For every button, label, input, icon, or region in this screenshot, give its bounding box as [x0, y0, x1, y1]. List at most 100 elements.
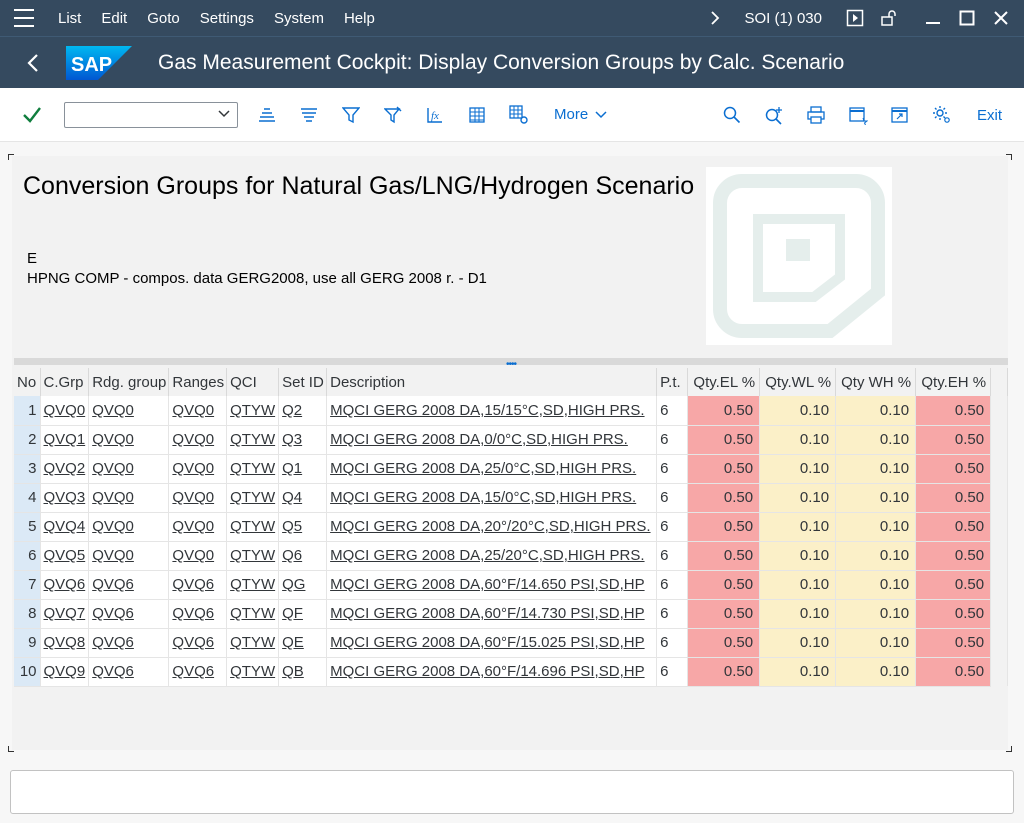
cell-cgrp[interactable]: QVQ9 — [40, 657, 90, 687]
cell-ranges[interactable]: QVQ6 — [168, 599, 228, 629]
table-row[interactable]: 2 QVQ1 QVQ0 QVQ0 QTYW Q3 MQCI GERG 2008 DA,0/0… — [14, 425, 1008, 455]
column-header-qty-wh[interactable]: Qty WH % — [835, 368, 917, 396]
cell-ranges[interactable]: QVQ0 — [168, 541, 228, 571]
menu-settings[interactable]: Settings — [190, 10, 264, 27]
cell-set-id[interactable]: Q4 — [278, 483, 328, 513]
cell-qci-link[interactable]: QTYW — [230, 489, 275, 506]
table-row[interactable]: 5 QVQ4 QVQ0 QVQ0 QTYW Q5 MQCI GERG 2008 DA,20°… — [14, 512, 1008, 542]
create-session-icon[interactable] — [837, 97, 879, 133]
cell-cgrp[interactable]: QVQ4 — [40, 512, 90, 542]
cell-cgrp-link[interactable]: QVQ6 — [44, 576, 86, 593]
cell-rdg-group-link[interactable]: QVQ6 — [92, 634, 134, 651]
system-info[interactable]: SOI (1) 030 — [744, 10, 822, 27]
cell-qci[interactable]: QTYW — [226, 541, 280, 571]
splitter-handle[interactable]: •••• — [14, 358, 1008, 370]
cell-set-id-link[interactable]: QF — [282, 605, 303, 622]
cell-cgrp-link[interactable]: QVQ2 — [44, 460, 86, 477]
cell-set-id-link[interactable]: Q4 — [282, 489, 302, 506]
cell-cgrp-link[interactable]: QVQ5 — [44, 547, 86, 564]
cell-cgrp-link[interactable]: QVQ0 — [44, 402, 86, 419]
cell-ranges-link[interactable]: QVQ0 — [172, 431, 214, 448]
cell-rdg-group-link[interactable]: QVQ0 — [92, 402, 134, 419]
table-settings-icon[interactable] — [498, 97, 540, 133]
cell-set-id[interactable]: QB — [278, 657, 328, 687]
cell-description-link[interactable]: MQCI GERG 2008 DA,60°F/15.025 PSI,SD,HP — [330, 634, 644, 651]
cell-set-id-link[interactable]: Q6 — [282, 547, 302, 564]
cell-cgrp[interactable]: QVQ2 — [40, 454, 90, 484]
menu-icon[interactable] — [0, 0, 48, 36]
cell-rdg-group[interactable]: QVQ0 — [88, 512, 170, 542]
cell-description-link[interactable]: MQCI GERG 2008 DA,25/20°C,SD,HIGH PRS. — [330, 547, 644, 564]
table-row[interactable]: 7 QVQ6 QVQ6 QVQ6 QTYW QG MQCI GERG 2008 DA,60°… — [14, 570, 1008, 600]
cell-rdg-group-link[interactable]: QVQ6 — [92, 605, 134, 622]
minimize-icon[interactable] — [916, 0, 950, 36]
cell-ranges[interactable]: QVQ0 — [168, 483, 228, 513]
cell-qci[interactable]: QTYW — [226, 512, 280, 542]
cell-rdg-group-link[interactable]: QVQ0 — [92, 431, 134, 448]
cell-qci-link[interactable]: QTYW — [230, 634, 275, 651]
menu-goto[interactable]: Goto — [137, 10, 190, 27]
column-header-rdg-group[interactable]: Rdg. group — [88, 368, 170, 396]
cell-description[interactable]: MQCI GERG 2008 DA,15/15°C,SD,HIGH PRS. — [326, 396, 658, 426]
cell-cgrp-link[interactable]: QVQ7 — [44, 605, 86, 622]
cell-rdg-group[interactable]: QVQ0 — [88, 541, 170, 571]
cell-cgrp[interactable]: QVQ1 — [40, 425, 90, 455]
cell-cgrp[interactable]: QVQ0 — [40, 396, 90, 426]
table-row[interactable]: 4 QVQ3 QVQ0 QVQ0 QTYW Q4 MQCI GERG 2008 DA,15/… — [14, 483, 1008, 513]
cell-set-id[interactable]: Q1 — [278, 454, 328, 484]
cell-description-link[interactable]: MQCI GERG 2008 DA,0/0°C,SD,HIGH PRS. — [330, 431, 628, 448]
cell-qci[interactable]: QTYW — [226, 483, 280, 513]
column-header-no[interactable]: No — [14, 368, 41, 396]
cell-set-id-link[interactable]: Q2 — [282, 402, 302, 419]
cell-description[interactable]: MQCI GERG 2008 DA,15/0°C,SD,HIGH PRS. — [326, 483, 658, 513]
cell-rdg-group[interactable]: QVQ6 — [88, 628, 170, 658]
table-row[interactable]: 6 QVQ5 QVQ0 QVQ0 QTYW Q6 MQCI GERG 2008 DA,25/… — [14, 541, 1008, 571]
cell-set-id[interactable]: QG — [278, 570, 328, 600]
back-button[interactable] — [0, 37, 66, 89]
cell-cgrp[interactable]: QVQ7 — [40, 599, 90, 629]
set-filter-icon[interactable] — [372, 97, 414, 133]
print-icon[interactable] — [795, 97, 837, 133]
table-row[interactable]: 3 QVQ2 QVQ0 QVQ0 QTYW Q1 MQCI GERG 2008 DA,25/… — [14, 454, 1008, 484]
menu-system[interactable]: System — [264, 10, 334, 27]
settings-icon[interactable] — [921, 97, 963, 133]
cell-rdg-group[interactable]: QVQ6 — [88, 599, 170, 629]
column-header-ranges[interactable]: Ranges — [168, 368, 228, 396]
table-row[interactable]: 9 QVQ8 QVQ6 QVQ6 QTYW QE MQCI GERG 2008 DA,60°… — [14, 628, 1008, 658]
cell-qci[interactable]: QTYW — [226, 396, 280, 426]
search-next-icon[interactable] — [753, 97, 795, 133]
formula-icon[interactable]: fx — [414, 97, 456, 133]
cell-set-id-link[interactable]: Q3 — [282, 431, 302, 448]
cell-rdg-group[interactable]: QVQ6 — [88, 657, 170, 687]
cell-set-id-link[interactable]: Q1 — [282, 460, 302, 477]
cell-set-id[interactable]: QE — [278, 628, 328, 658]
more-button[interactable]: More — [554, 106, 608, 123]
cell-description-link[interactable]: MQCI GERG 2008 DA,60°F/14.696 PSI,SD,HP — [330, 663, 644, 680]
table-row[interactable]: 10 QVQ9 QVQ6 QVQ6 QTYW QB MQCI GERG 2008 DA,60… — [14, 657, 1008, 687]
cell-set-id[interactable]: Q3 — [278, 425, 328, 455]
exit-button[interactable]: Exit — [963, 107, 1024, 124]
chevron-right-icon[interactable] — [698, 0, 732, 36]
cell-ranges-link[interactable]: QVQ0 — [172, 547, 214, 564]
cell-qci-link[interactable]: QTYW — [230, 663, 275, 680]
cell-cgrp-link[interactable]: QVQ9 — [44, 663, 86, 680]
cell-qci-link[interactable]: QTYW — [230, 460, 275, 477]
cell-description-link[interactable]: MQCI GERG 2008 DA,60°F/14.730 PSI,SD,HP — [330, 605, 644, 622]
new-window-icon[interactable] — [879, 97, 921, 133]
sort-ascending-icon[interactable] — [246, 97, 288, 133]
cell-ranges-link[interactable]: QVQ6 — [172, 576, 214, 593]
cell-ranges-link[interactable]: QVQ0 — [172, 518, 214, 535]
cell-rdg-group[interactable]: QVQ0 — [88, 454, 170, 484]
cell-set-id-link[interactable]: QB — [282, 663, 304, 680]
cell-rdg-group-link[interactable]: QVQ0 — [92, 518, 134, 535]
cell-qci[interactable]: QTYW — [226, 657, 280, 687]
cell-set-id-link[interactable]: QG — [282, 576, 305, 593]
cell-ranges-link[interactable]: QVQ0 — [172, 489, 214, 506]
table-row[interactable]: 8 QVQ7 QVQ6 QVQ6 QTYW QF MQCI GERG 2008 DA,60°… — [14, 599, 1008, 629]
cell-ranges[interactable]: QVQ6 — [168, 570, 228, 600]
cell-description-link[interactable]: MQCI GERG 2008 DA,20°/20°C,SD,HIGH PRS. — [330, 518, 650, 535]
cell-description[interactable]: MQCI GERG 2008 DA,60°F/14.696 PSI,SD,HP — [326, 657, 658, 687]
cell-qci[interactable]: QTYW — [226, 425, 280, 455]
unlock-icon[interactable] — [872, 0, 906, 36]
close-icon[interactable] — [984, 0, 1018, 36]
